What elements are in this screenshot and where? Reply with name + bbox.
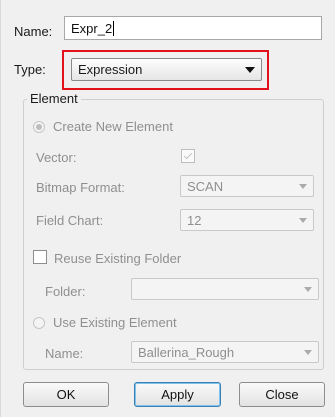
folder-dropdown[interactable]	[131, 278, 319, 300]
new-element-dialog: Name: Expr_2 Type: Expression Element Cr…	[0, 0, 335, 417]
chevron-down-icon	[304, 286, 312, 292]
existing-element-name-value: Ballerina_Rough	[138, 344, 235, 360]
field-chart-value: 12	[187, 212, 202, 228]
name-label: Name:	[14, 24, 53, 39]
text-cursor	[113, 20, 115, 36]
chevron-down-icon	[304, 349, 312, 355]
name-input[interactable]: Expr_2	[64, 16, 322, 40]
name-input-value: Expr_2	[71, 20, 113, 36]
type-dropdown[interactable]: Expression	[71, 58, 262, 81]
reuse-folder-label: Reuse Existing Folder	[54, 251, 182, 266]
bitmap-format-label: Bitmap Format:	[36, 180, 125, 195]
create-new-element-radio[interactable]	[33, 121, 45, 133]
existing-element-name-label: Name:	[45, 346, 84, 361]
chevron-down-icon	[299, 183, 307, 189]
element-group-title: Element	[27, 91, 81, 106]
chevron-down-icon	[245, 66, 255, 73]
field-chart-dropdown[interactable]: 12	[180, 209, 314, 231]
type-dropdown-value: Expression	[78, 62, 143, 77]
ok-button[interactable]: OK	[23, 382, 109, 407]
bitmap-format-value: SCAN	[187, 178, 224, 194]
use-existing-element-radio[interactable]	[33, 317, 45, 329]
create-new-element-label: Create New Element	[53, 119, 173, 134]
apply-button[interactable]: Apply	[134, 382, 221, 407]
use-existing-element-label: Use Existing Element	[53, 315, 177, 330]
existing-element-name-dropdown[interactable]: Ballerina_Rough	[131, 341, 319, 363]
type-label: Type:	[14, 62, 46, 77]
close-button[interactable]: Close	[239, 382, 325, 407]
vector-checkbox[interactable]	[181, 149, 195, 163]
bitmap-format-dropdown[interactable]: SCAN	[180, 175, 314, 197]
field-chart-label: Field Chart:	[36, 213, 104, 228]
folder-label: Folder:	[45, 284, 86, 299]
reuse-folder-checkbox[interactable]	[33, 250, 47, 264]
vector-label: Vector:	[36, 150, 77, 165]
chevron-down-icon	[299, 217, 307, 223]
